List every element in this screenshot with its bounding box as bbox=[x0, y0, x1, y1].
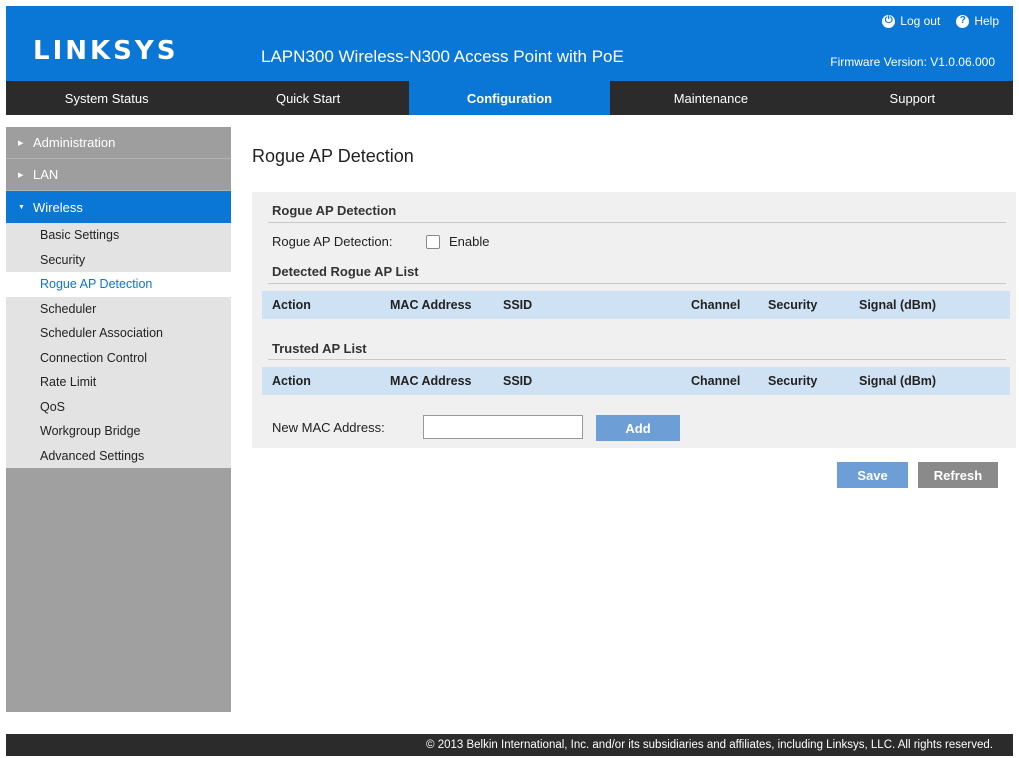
sidebar-item-scheduler[interactable]: Scheduler bbox=[6, 297, 231, 322]
triangle-right-icon: ▶ bbox=[18, 171, 24, 179]
detected-ap-table-header: Action MAC Address SSID Channel Security… bbox=[262, 291, 1010, 319]
column-header-mac-address: MAC Address bbox=[390, 298, 472, 312]
column-header-mac-address: MAC Address bbox=[390, 374, 472, 388]
triangle-right-icon: ▶ bbox=[18, 139, 24, 147]
wireless-submenu: Basic Settings Security Rogue AP Detecti… bbox=[6, 223, 231, 468]
section-title-detected-rogue-ap-list: Detected Rogue AP List bbox=[272, 264, 419, 279]
sidebar-group-administration[interactable]: ▶ Administration bbox=[6, 127, 231, 159]
sidebar-item-scheduler-association[interactable]: Scheduler Association bbox=[6, 321, 231, 346]
page-title: Rogue AP Detection bbox=[252, 146, 414, 166]
rogue-ap-panel: Rogue AP Detection Rogue AP Detection: E… bbox=[252, 192, 1016, 448]
tab-quick-start[interactable]: Quick Start bbox=[207, 81, 408, 115]
tab-support[interactable]: Support bbox=[812, 81, 1013, 115]
footer: © 2013 Belkin International, Inc. and/or… bbox=[6, 734, 1013, 756]
column-header-signal: Signal (dBm) bbox=[859, 298, 937, 312]
product-title: LAPN300 Wireless-N300 Access Point with … bbox=[261, 47, 624, 66]
help-label: Help bbox=[974, 14, 999, 28]
divider bbox=[268, 359, 1006, 360]
logout-label: Log out bbox=[900, 14, 941, 28]
tab-system-status[interactable]: System Status bbox=[6, 81, 207, 115]
main-nav: System Status Quick Start Configuration … bbox=[6, 81, 1013, 115]
column-header-security: Security bbox=[768, 298, 818, 312]
tab-configuration[interactable]: Configuration bbox=[408, 81, 611, 115]
sidebar-group-label: LAN bbox=[33, 167, 59, 182]
tab-maintenance[interactable]: Maintenance bbox=[610, 81, 811, 115]
column-header-security: Security bbox=[768, 374, 818, 388]
column-header-action: Action bbox=[272, 298, 311, 312]
column-header-ssid: SSID bbox=[503, 374, 533, 388]
column-header-action: Action bbox=[272, 374, 311, 388]
sidebar-item-rogue-ap-detection[interactable]: Rogue AP Detection bbox=[6, 272, 231, 297]
sidebar-item-qos[interactable]: QoS bbox=[6, 395, 231, 420]
sidebar-item-connection-control[interactable]: Connection Control bbox=[6, 346, 231, 371]
rogue-ap-detection-label: Rogue AP Detection: bbox=[272, 234, 393, 249]
new-mac-address-label: New MAC Address: bbox=[272, 420, 385, 435]
enable-label: Enable bbox=[449, 234, 490, 249]
sidebar-group-wireless[interactable]: ▼ Wireless bbox=[6, 191, 231, 223]
add-button[interactable]: Add bbox=[596, 415, 680, 441]
firmware-version: Firmware Version: V1.0.06.000 bbox=[830, 55, 995, 69]
power-icon: ⏻ bbox=[882, 14, 896, 28]
column-header-channel: Channel bbox=[691, 298, 741, 312]
help-icon: ? bbox=[956, 14, 970, 28]
sidebar-group-label: Wireless bbox=[33, 199, 83, 215]
column-header-ssid: SSID bbox=[503, 298, 533, 312]
column-header-channel: Channel bbox=[691, 374, 741, 388]
sidebar-item-advanced-settings[interactable]: Advanced Settings bbox=[6, 444, 231, 469]
save-button[interactable]: Save bbox=[837, 462, 908, 488]
logout-link[interactable]: ⏻ Log out bbox=[882, 14, 940, 28]
refresh-button[interactable]: Refresh bbox=[918, 462, 998, 488]
help-link[interactable]: ? Help bbox=[956, 14, 999, 28]
section-title-rogue-ap-detection: Rogue AP Detection bbox=[272, 203, 397, 218]
trusted-ap-table-header: Action MAC Address SSID Channel Security… bbox=[262, 367, 1010, 395]
sidebar: ▶ Administration ▶ LAN ▼ Wireless Basic … bbox=[6, 127, 231, 712]
enable-checkbox[interactable] bbox=[426, 235, 440, 249]
sidebar-item-security[interactable]: Security bbox=[6, 248, 231, 273]
linksys-logo: LINKSYS bbox=[33, 36, 179, 66]
header-bar: LINKSYS LAPN300 Wireless-N300 Access Poi… bbox=[6, 6, 1013, 81]
sidebar-item-basic-settings[interactable]: Basic Settings bbox=[6, 223, 231, 248]
sidebar-item-workgroup-bridge[interactable]: Workgroup Bridge bbox=[6, 419, 231, 444]
top-links: ⏻ Log out ? Help bbox=[882, 14, 999, 28]
sidebar-group-label: Administration bbox=[33, 135, 116, 150]
copyright-text: © 2013 Belkin International, Inc. and/or… bbox=[426, 739, 993, 751]
new-mac-address-input[interactable] bbox=[423, 415, 583, 439]
section-title-trusted-ap-list: Trusted AP List bbox=[272, 341, 367, 356]
divider bbox=[268, 222, 1006, 223]
triangle-down-icon: ▼ bbox=[18, 203, 25, 211]
sidebar-group-lan[interactable]: ▶ LAN bbox=[6, 159, 231, 191]
column-header-signal: Signal (dBm) bbox=[859, 374, 937, 388]
sidebar-item-rate-limit[interactable]: Rate Limit bbox=[6, 370, 231, 395]
divider bbox=[268, 283, 1006, 284]
